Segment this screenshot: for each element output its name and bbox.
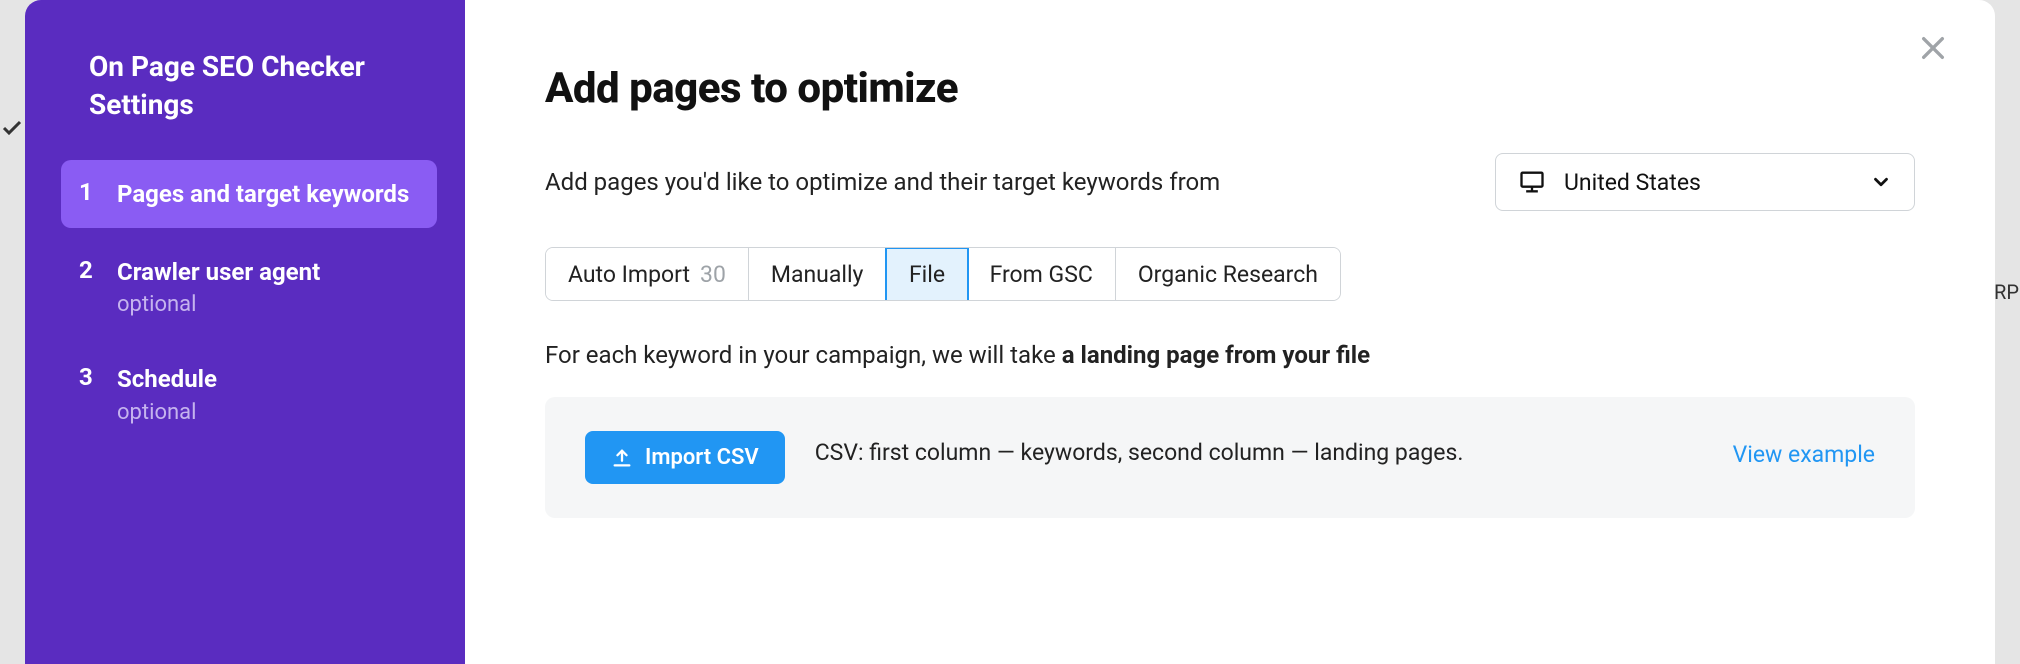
step-number: 2 bbox=[79, 256, 97, 317]
tab-label: Manually bbox=[771, 261, 864, 288]
background-text: RP F bbox=[1994, 280, 2020, 304]
tab-label: Auto Import bbox=[568, 261, 690, 288]
intro-text: Add pages you'd like to optimize and the… bbox=[545, 168, 1220, 196]
step-label: Crawler user agent bbox=[117, 256, 320, 288]
sidebar-step-crawler-user-agent[interactable]: 2 Crawler user agent optional bbox=[61, 238, 437, 335]
locale-label: United States bbox=[1564, 169, 1852, 196]
upload-icon bbox=[611, 447, 633, 469]
import-csv-button[interactable]: Import CSV bbox=[585, 431, 785, 484]
settings-modal: On Page SEO Checker Settings 1 Pages and… bbox=[25, 0, 1995, 664]
tab-label: File bbox=[909, 261, 945, 288]
tab-from-gsc[interactable]: From GSC bbox=[968, 248, 1116, 300]
close-button[interactable] bbox=[1913, 28, 1953, 68]
step-label: Schedule bbox=[117, 363, 217, 395]
tab-organic-research[interactable]: Organic Research bbox=[1116, 248, 1340, 300]
step-sublabel: optional bbox=[117, 292, 320, 317]
step-label: Pages and target keywords bbox=[117, 178, 409, 210]
tab-file[interactable]: File bbox=[885, 247, 969, 301]
step-number: 1 bbox=[79, 178, 97, 210]
chevron-down-icon bbox=[1870, 171, 1892, 193]
view-example-link[interactable]: View example bbox=[1733, 431, 1875, 468]
sidebar-step-schedule[interactable]: 3 Schedule optional bbox=[61, 345, 437, 442]
import-box: Import CSV CSV: first column — keywords,… bbox=[545, 397, 1915, 518]
tab-manually[interactable]: Manually bbox=[749, 248, 887, 300]
locale-select[interactable]: United States bbox=[1495, 153, 1915, 211]
step-number: 3 bbox=[79, 363, 97, 424]
tab-count: 30 bbox=[700, 261, 726, 288]
checkmark-icon bbox=[0, 116, 24, 140]
sidebar: On Page SEO Checker Settings 1 Pages and… bbox=[25, 0, 465, 664]
desktop-icon bbox=[1518, 168, 1546, 196]
step-sublabel: optional bbox=[117, 400, 217, 425]
import-description: For each keyword in your campaign, we wi… bbox=[545, 341, 1915, 369]
close-icon bbox=[1917, 32, 1949, 64]
sidebar-title: On Page SEO Checker Settings bbox=[61, 48, 437, 124]
import-btn-label: Import CSV bbox=[645, 445, 759, 470]
import-source-tabs: Auto Import 30 Manually File From GSC Or… bbox=[545, 247, 1341, 301]
tab-label: Organic Research bbox=[1138, 261, 1318, 288]
page-title: Add pages to optimize bbox=[545, 64, 1915, 113]
sidebar-step-pages-keywords[interactable]: 1 Pages and target keywords bbox=[61, 160, 437, 228]
import-description-text: CSV: first column — keywords, second col… bbox=[815, 431, 1703, 475]
tab-auto-import[interactable]: Auto Import 30 bbox=[546, 248, 749, 300]
main-content: Add pages to optimize Add pages you'd li… bbox=[465, 0, 1995, 664]
tab-label: From GSC bbox=[990, 261, 1093, 288]
